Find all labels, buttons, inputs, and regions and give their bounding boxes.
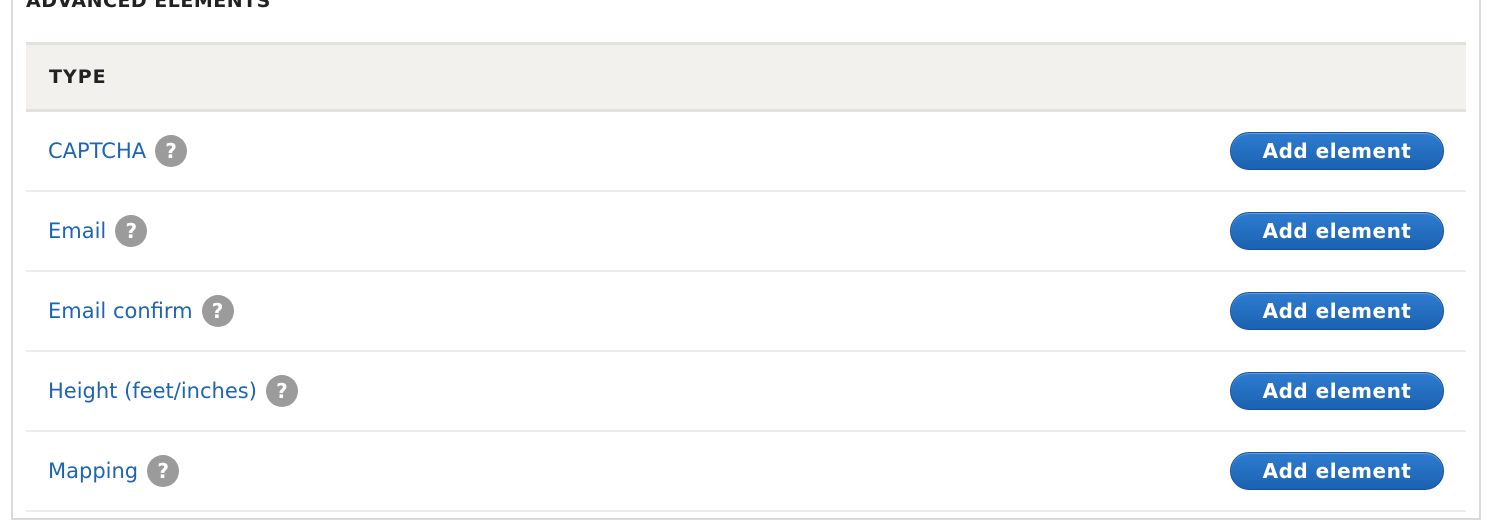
table-row-height: Height (feet/inches) ? Add element — [26, 352, 1466, 432]
add-email-button[interactable]: Add element — [1230, 212, 1444, 250]
help-icon[interactable]: ? — [265, 375, 298, 407]
help-icon[interactable]: ? — [147, 455, 180, 487]
email-link[interactable]: Email — [48, 219, 106, 243]
add-email-confirm-button[interactable]: Add element — [1230, 292, 1444, 330]
help-icon[interactable]: ? — [201, 295, 234, 327]
table-row-mapping: Mapping ? Add element — [26, 432, 1466, 512]
elements-table: TYPE CAPTCHA ? Add element Email ? Add e… — [26, 42, 1466, 512]
add-captcha-button[interactable]: Add element — [1230, 132, 1444, 170]
table-row-email-confirm: Email confirm ? Add element — [26, 272, 1466, 352]
table-row-captcha: CAPTCHA ? Add element — [26, 112, 1466, 192]
help-icon[interactable]: ? — [115, 215, 148, 247]
add-mapping-button[interactable]: Add element — [1230, 452, 1444, 490]
table-header: TYPE — [26, 42, 1466, 112]
type-column-header: TYPE — [49, 66, 107, 88]
captcha-link[interactable]: CAPTCHA — [48, 139, 146, 163]
mapping-link[interactable]: Mapping — [48, 459, 138, 483]
email-confirm-link[interactable]: Email confirm — [48, 299, 193, 323]
help-icon[interactable]: ? — [155, 135, 188, 167]
add-height-button[interactable]: Add element — [1230, 372, 1444, 410]
height-link[interactable]: Height (feet/inches) — [48, 379, 257, 403]
table-row-email: Email ? Add element — [26, 192, 1466, 272]
section-title: ADVANCED ELEMENTS — [26, 0, 271, 12]
